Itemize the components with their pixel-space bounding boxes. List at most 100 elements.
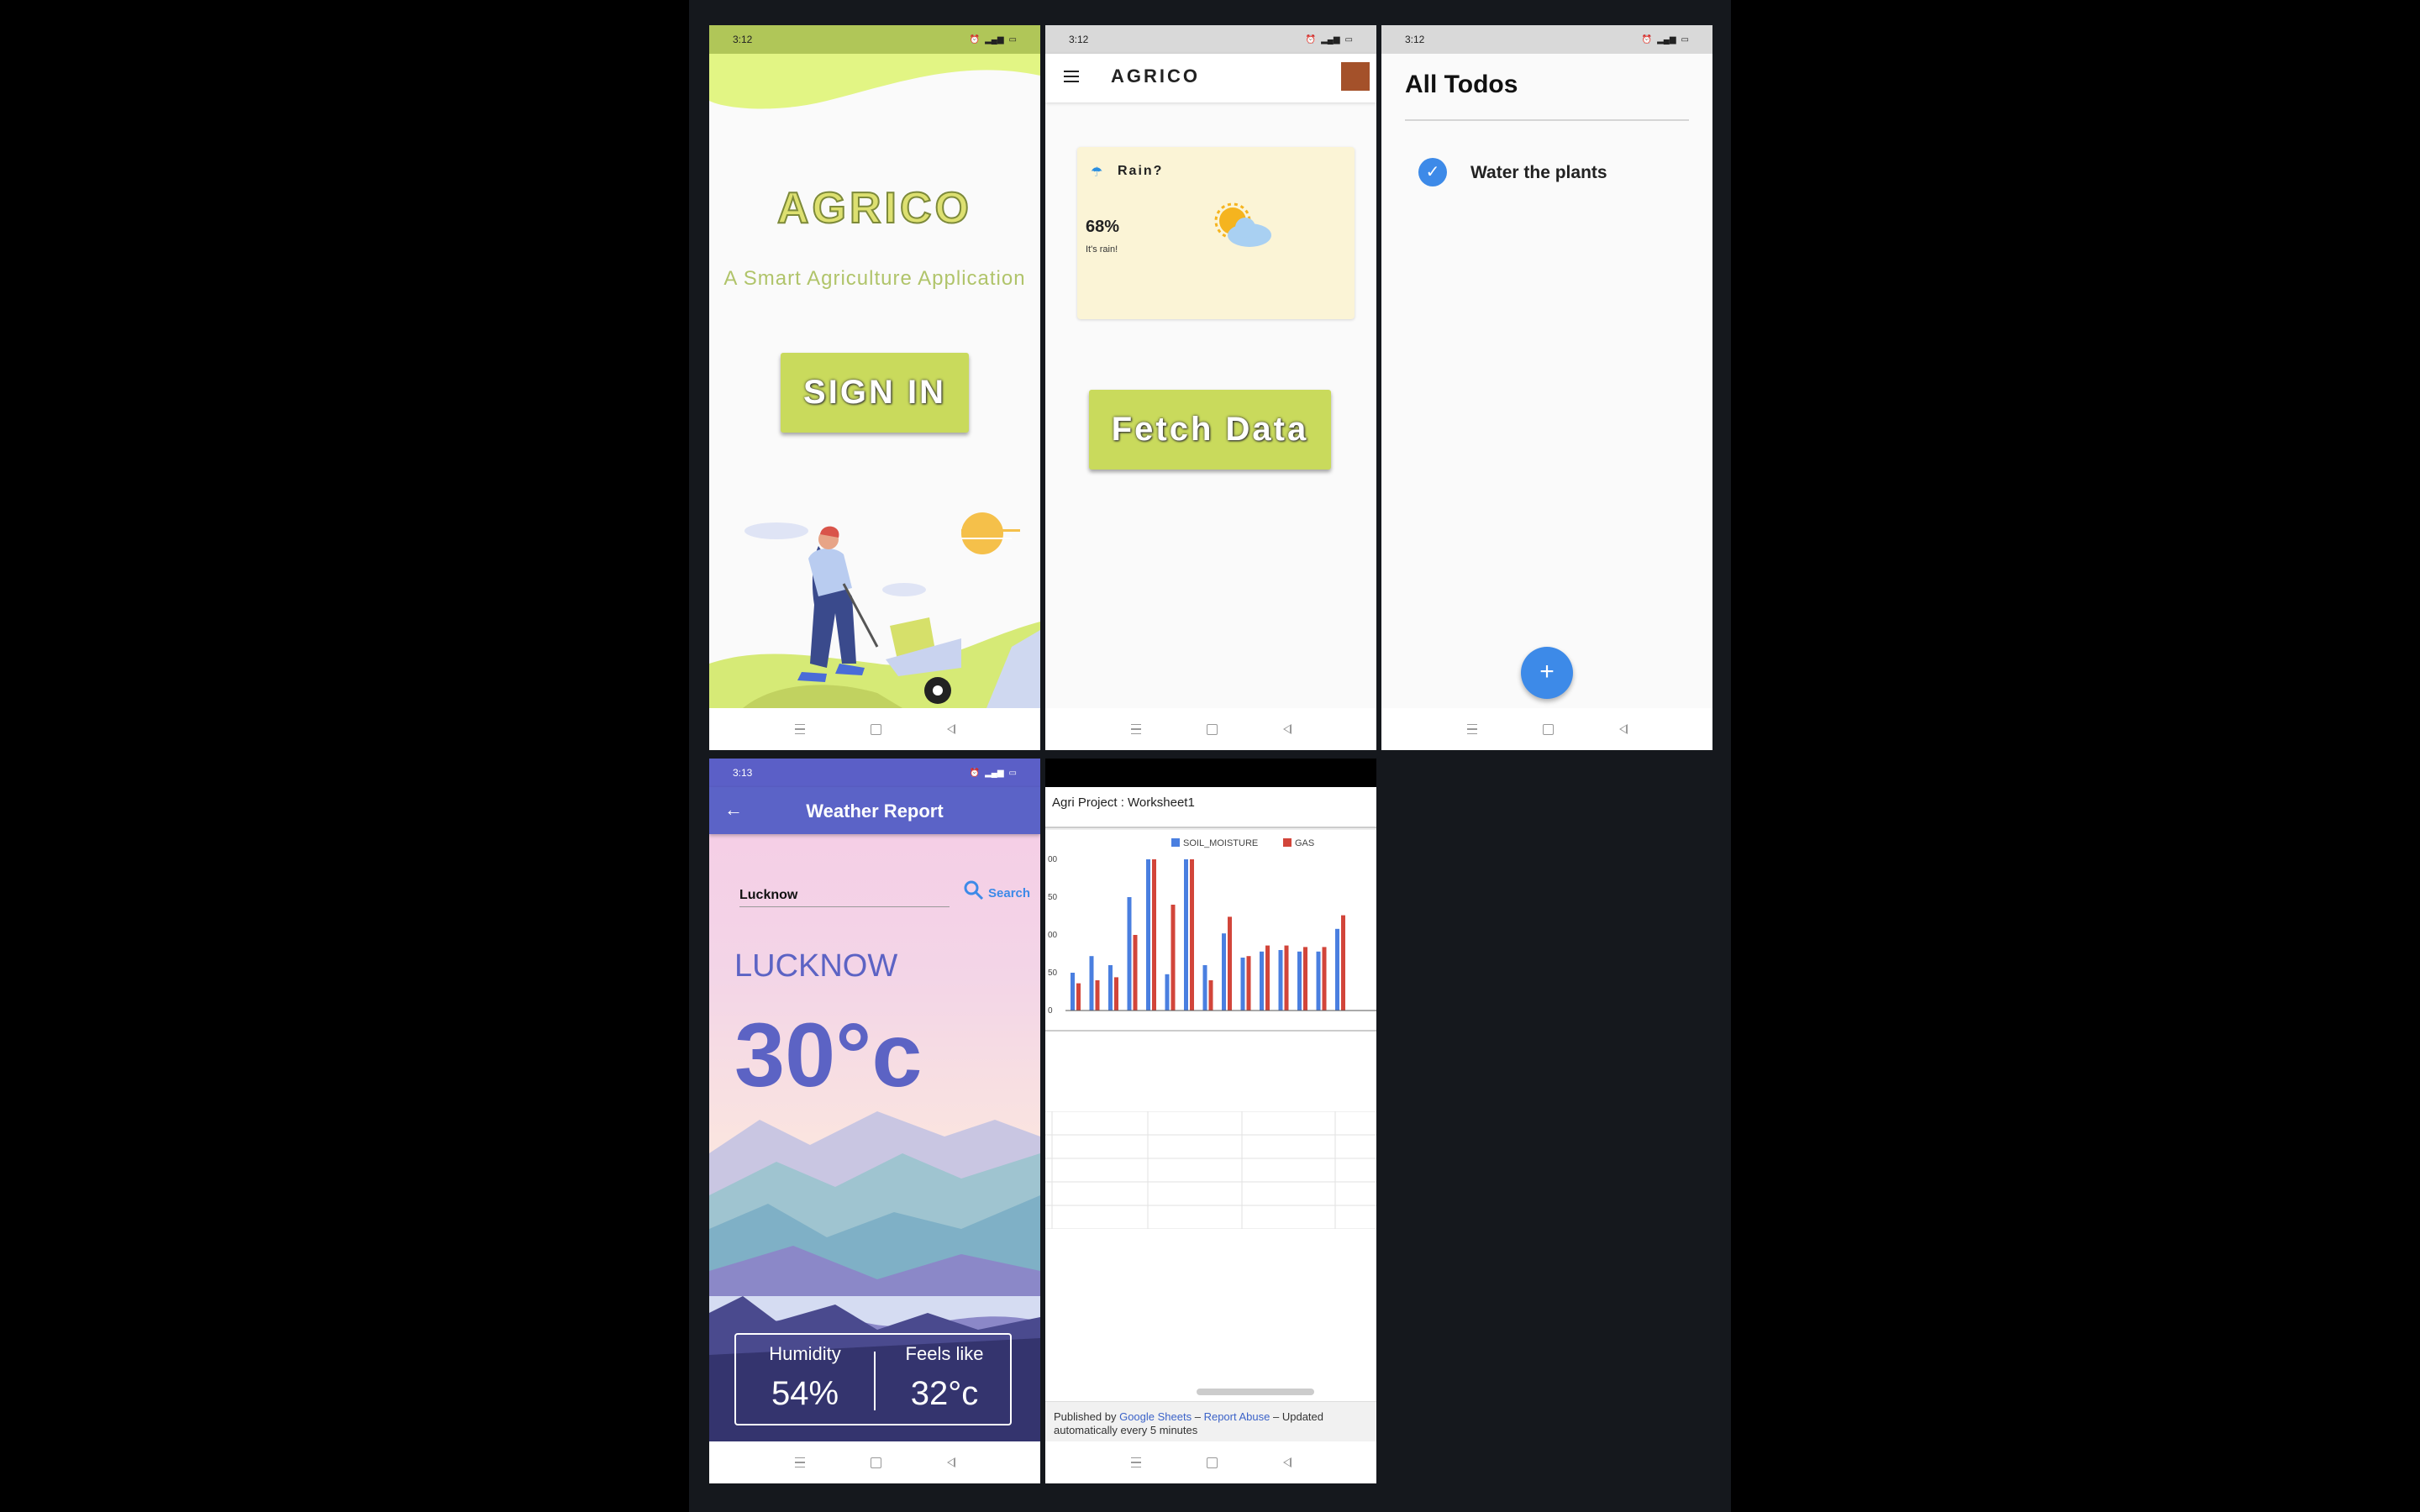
app-bar: AGRICO: [1045, 54, 1376, 102]
search-icon[interactable]: [961, 878, 986, 903]
humidity-value: 54%: [771, 1375, 839, 1412]
home-icon[interactable]: [870, 1457, 881, 1468]
gas-bar: [1284, 945, 1289, 1011]
y-tick-label: 50: [1048, 969, 1058, 978]
y-axis-ticks: 0 50 00 50 00: [1048, 855, 1058, 1016]
recent-apps-icon[interactable]: [1466, 724, 1477, 734]
recent-apps-icon[interactable]: [794, 1457, 805, 1467]
gas-bar: [1133, 935, 1138, 1011]
add-todo-button[interactable]: +: [1521, 647, 1573, 699]
battery-icon: ▭: [1681, 34, 1689, 45]
back-icon[interactable]: [1282, 1457, 1292, 1467]
back-icon[interactable]: [1618, 724, 1628, 734]
gas-bar: [1152, 859, 1156, 1011]
gas-bar: [1322, 947, 1327, 1011]
battery-icon: ▭: [1008, 34, 1017, 45]
city-name: LUCKNOW: [734, 948, 898, 984]
gas-bar: [1076, 983, 1081, 1011]
y-tick-label: 00: [1048, 931, 1058, 940]
back-icon[interactable]: [946, 724, 955, 734]
home-icon[interactable]: [870, 723, 881, 735]
soil-moisture-bar: [1260, 951, 1264, 1011]
brand-title: AGRICO: [776, 183, 972, 234]
status-bar-area: [1045, 759, 1376, 787]
status-bar: 3:12 ⏰ ▂▄▆ ▭: [1381, 25, 1712, 54]
signal-icon: ▂▄▆: [1657, 34, 1676, 45]
published-by-text: Published by: [1054, 1410, 1117, 1423]
partly-cloudy-icon: [1214, 202, 1271, 247]
soil-moisture-bar: [1316, 951, 1321, 1011]
gas-bar: [1265, 945, 1270, 1011]
todos-screen: 3:12 ⏰ ▂▄▆ ▭ All Todos ✓ Water the plant…: [1381, 25, 1712, 750]
gas-bar: [1246, 956, 1251, 1011]
y-tick-label: 0: [1048, 1006, 1053, 1016]
soil-moisture-bar: [1297, 951, 1302, 1011]
feels-like-value: 32°c: [910, 1375, 979, 1412]
page-title: All Todos: [1405, 71, 1518, 98]
chart-bars: [1071, 859, 1345, 1011]
back-icon[interactable]: [1282, 724, 1292, 734]
rain-title: Rain?: [1118, 164, 1164, 178]
status-icons: ⏰ ▂▄▆ ▭: [970, 769, 1017, 778]
avatar[interactable]: [1341, 62, 1370, 91]
status-time: 3:13: [733, 767, 753, 779]
horizontal-scrollbar[interactable]: [1197, 1389, 1314, 1395]
back-icon[interactable]: [946, 1457, 955, 1467]
status-time: 3:12: [1069, 34, 1089, 45]
google-sheets-link[interactable]: Google Sheets: [1119, 1410, 1192, 1423]
checkmark-icon[interactable]: ✓: [1418, 158, 1447, 186]
home-icon[interactable]: [1542, 723, 1554, 735]
weather-card: ☂ Rain? 68% It's rain!: [1077, 147, 1355, 319]
system-nav-bar: [1045, 708, 1376, 750]
weather-report-screen: 3:13 ⏰ ▂▄▆ ▭ ← Weather Report Search LUC…: [709, 759, 1040, 1483]
system-nav-bar: [1045, 1441, 1376, 1483]
soil-moisture-bar: [1222, 933, 1226, 1011]
status-bar: 3:13 ⏰ ▂▄▆ ▭: [709, 759, 1040, 787]
legend-label-soil: SOIL_MOISTURE: [1183, 838, 1258, 848]
soil-moisture-bar: [1240, 958, 1245, 1011]
gas-bar: [1228, 916, 1232, 1011]
chart-legend: SOIL_MOISTURE GAS: [1171, 838, 1314, 848]
legend-swatch-gas: [1283, 838, 1292, 847]
report-abuse-link[interactable]: Report Abuse: [1204, 1410, 1270, 1423]
signal-icon: ▂▄▆: [985, 768, 1004, 778]
app-title: AGRICO: [1111, 66, 1200, 87]
signin-button[interactable]: SIGN IN: [781, 353, 969, 433]
humidity-label: Humidity: [769, 1343, 841, 1364]
status-time: 3:12: [733, 34, 753, 45]
todo-item[interactable]: Water the plants: [1470, 163, 1607, 183]
recent-apps-icon[interactable]: [1130, 1457, 1141, 1467]
legend-swatch-soil: [1171, 838, 1180, 847]
alarm-icon: ⏰: [1305, 34, 1317, 45]
signin-screen: 3:12 ⏰ ▂▄▆ ▭ AGRICO A Smart Agriculture …: [709, 25, 1040, 750]
home-icon[interactable]: [1206, 1457, 1218, 1468]
y-tick-label: 00: [1048, 855, 1058, 864]
footer-separator: –: [1194, 1410, 1201, 1423]
feels-like-panel: Feels like 32°c: [876, 1335, 1013, 1424]
sheet-chart-screen: Agri Project : Worksheet1 SOIL_MOISTURE …: [1045, 759, 1376, 1483]
rain-percent: 68%: [1086, 218, 1120, 236]
system-nav-bar: [1381, 708, 1712, 750]
city-search-input[interactable]: [739, 885, 950, 907]
status-icons: ⏰ ▂▄▆ ▭: [1306, 35, 1353, 45]
battery-icon: ▭: [1008, 768, 1017, 778]
y-tick-label: 50: [1048, 893, 1058, 902]
gas-bar: [1095, 980, 1100, 1011]
dashboard-screen: 3:12 ⏰ ▂▄▆ ▭ AGRICO ☂ Rain? 68% It's rai…: [1045, 25, 1376, 750]
system-nav-bar: [709, 708, 1040, 750]
legend-label-gas: GAS: [1295, 838, 1314, 848]
temperature: 30°c: [734, 1004, 923, 1105]
status-time: 3:12: [1405, 34, 1425, 45]
app-title: Weather Report: [806, 801, 944, 822]
search-button[interactable]: Search: [988, 886, 1030, 900]
soil-moisture-bar: [1089, 956, 1094, 1011]
recent-apps-icon[interactable]: [1130, 724, 1141, 734]
soil-moisture-bar: [1146, 859, 1150, 1011]
gas-bar: [1114, 977, 1118, 1011]
menu-icon[interactable]: [1064, 71, 1079, 82]
recent-apps-icon[interactable]: [794, 724, 805, 734]
signal-icon: ▂▄▆: [985, 34, 1004, 45]
fetch-data-button[interactable]: Fetch Data: [1089, 390, 1331, 470]
home-icon[interactable]: [1206, 723, 1218, 735]
umbrella-icon: ☂: [1091, 165, 1103, 180]
